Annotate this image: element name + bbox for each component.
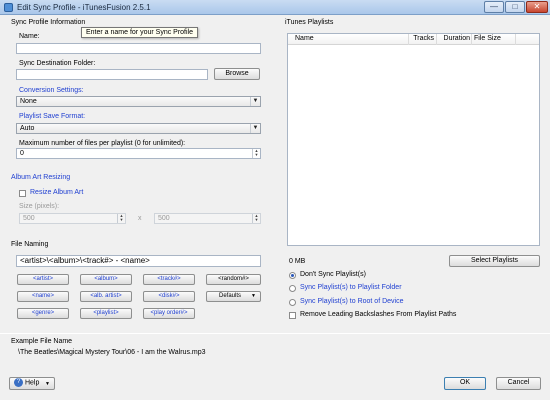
name-field[interactable]	[16, 43, 261, 54]
token-playlist-button[interactable]: <playlist>	[80, 308, 132, 319]
dont-sync-playlists-radio[interactable]	[289, 272, 296, 279]
playlist-format-label: Playlist Save Format:	[19, 113, 86, 120]
max-files-label: Maximum number of files per playlist (0 …	[19, 140, 186, 147]
sync-profile-group-title: Sync Profile Information	[11, 19, 86, 26]
conversion-settings-value: None	[20, 98, 37, 105]
token-artist-button[interactable]: <artist>	[17, 274, 69, 285]
dropdown-arrow-icon: ▼	[251, 293, 256, 299]
playlists-total-size: 0 MB	[289, 258, 306, 265]
sync-to-root-radio[interactable]	[289, 299, 296, 306]
name-label: Name:	[19, 33, 40, 40]
album-art-group-title: Album Art Resizing	[11, 174, 71, 181]
token-play-order-button[interactable]: <play order#>	[143, 308, 195, 319]
stepper-arrows-icon[interactable]: ▲ ▼	[252, 149, 260, 158]
column-tracks[interactable]: Tracks	[401, 35, 434, 42]
conversion-settings-label: Conversion Settings:	[19, 87, 84, 94]
resize-album-art-label: Resize Album Art	[30, 189, 84, 196]
help-button[interactable]: ? Help ▼	[9, 377, 55, 390]
ok-button[interactable]: OK	[444, 377, 486, 390]
column-duration[interactable]: Duration	[438, 35, 470, 42]
size-pixels-label: Size (pixels):	[19, 203, 60, 210]
maximize-button[interactable]: □	[505, 1, 525, 13]
defaults-label: Defaults	[219, 293, 242, 299]
art-height-stepper[interactable]: 500 ▲ ▼	[154, 213, 261, 224]
playlists-group-title: iTunes Playlists	[285, 19, 334, 26]
remove-backslashes-label: Remove Leading Backslashes From Playlist…	[300, 311, 457, 318]
close-button[interactable]: ✕	[526, 1, 548, 13]
conversion-settings-select[interactable]: None ▼	[16, 96, 261, 107]
sync-to-root-label: Sync Playlist(s) to Root of Device	[300, 298, 404, 305]
minimize-button[interactable]: —	[484, 1, 504, 13]
size-separator: x	[138, 215, 142, 222]
title-bar: Edit Sync Profile - iTunesFusion 2.5.1 —…	[0, 0, 550, 15]
cancel-button[interactable]: Cancel	[496, 377, 541, 390]
playlist-format-value: Auto	[20, 125, 35, 132]
name-tooltip: Enter a name for your Sync Profile	[81, 27, 198, 38]
app-icon	[4, 3, 13, 12]
select-playlists-button[interactable]: Select Playlists	[449, 255, 540, 267]
playlists-list[interactable]: Name Tracks Duration File Size	[287, 33, 540, 246]
playlist-format-select[interactable]: Auto ▼	[16, 123, 261, 134]
divider	[0, 333, 550, 334]
help-icon: ?	[14, 378, 23, 387]
defaults-dropdown-button[interactable]: Defaults ▼	[206, 291, 261, 302]
file-naming-group-title: File Naming	[11, 241, 49, 248]
column-file-size[interactable]: File Size	[474, 35, 501, 42]
stepper-arrows-icon[interactable]: ▲ ▼	[117, 214, 125, 223]
naming-pattern-field[interactable]: <artist>\<album>\<track#> - <name>	[16, 255, 261, 267]
token-random-button[interactable]: <random#>	[206, 274, 261, 285]
resize-album-art-checkbox[interactable]	[19, 190, 26, 197]
dropdown-arrow-icon: ▼	[250, 97, 260, 106]
art-height-value: 500	[158, 215, 170, 222]
token-genre-button[interactable]: <genre>	[17, 308, 69, 319]
browse-button[interactable]: Browse	[214, 68, 260, 80]
column-name[interactable]: Name	[295, 35, 314, 42]
dest-folder-label: Sync Destination Folder:	[19, 60, 96, 67]
token-disk-button[interactable]: <disk#>	[143, 291, 195, 302]
token-name-button[interactable]: <name>	[17, 291, 69, 302]
art-width-stepper[interactable]: 500 ▲ ▼	[19, 213, 126, 224]
max-files-stepper[interactable]: 0 ▲ ▼	[16, 148, 261, 159]
art-width-value: 500	[23, 215, 35, 222]
remove-backslashes-checkbox[interactable]	[289, 312, 296, 319]
token-album-button[interactable]: <album>	[80, 274, 132, 285]
dest-folder-field[interactable]	[16, 69, 208, 80]
stepper-arrows-icon[interactable]: ▲ ▼	[252, 214, 260, 223]
help-label: Help	[24, 379, 40, 387]
token-track-button[interactable]: <track#>	[143, 274, 195, 285]
dropdown-arrow-icon: ▼	[250, 124, 260, 133]
dropdown-arrow-icon: ▼	[45, 381, 50, 387]
example-file-name: \The Beatles\Magical Mystery Tour\06 - I…	[18, 349, 206, 356]
example-group-title: Example File Name	[11, 338, 73, 345]
window-title: Edit Sync Profile - iTunesFusion 2.5.1	[17, 3, 151, 12]
max-files-value: 0	[20, 150, 24, 157]
token-album-artist-button[interactable]: <alb. artist>	[80, 291, 132, 302]
dont-sync-playlists-label: Don't Sync Playlist(s)	[300, 271, 366, 278]
sync-to-folder-label: Sync Playlist(s) to Playlist Folder	[300, 284, 402, 291]
sync-to-folder-radio[interactable]	[289, 285, 296, 292]
playlists-list-header: Name Tracks Duration File Size	[288, 34, 539, 45]
